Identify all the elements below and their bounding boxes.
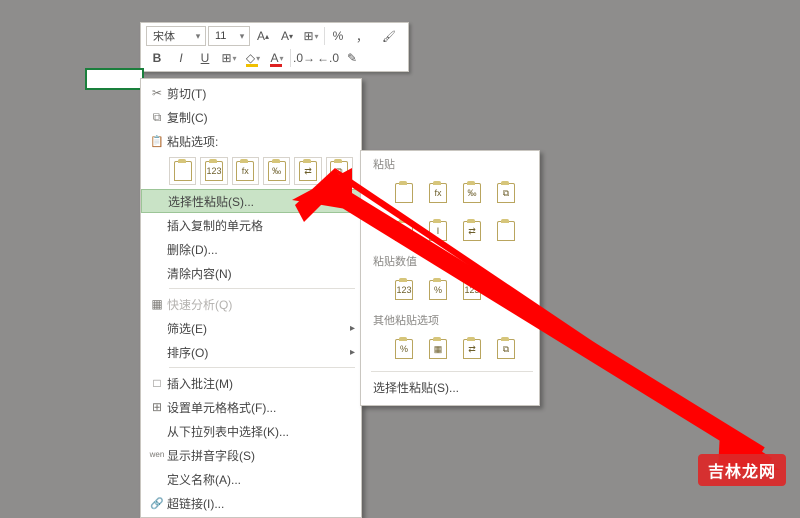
decrease-decimal-icon[interactable]: ←.0 [317,47,339,69]
paste-opt-link[interactable]: ⧉ [326,157,353,185]
paste-opt-values[interactable]: 123 [200,157,227,185]
font-size-combo[interactable]: 11 ▾ [208,26,250,46]
font-name-value: 宋体 [149,28,193,44]
menu-paste-special[interactable]: 选择性粘贴(S)...▸ [141,189,361,213]
paste-opt[interactable]: 123 [389,275,419,305]
format-painter-icon[interactable] [375,25,403,47]
menu-separator [169,288,355,289]
menu-delete[interactable]: 删除(D)... [141,237,361,261]
paste-opt[interactable]: % [423,275,453,305]
paste-options-row: 123 fx ‰ ⇄ ⧉ [141,153,361,189]
quick-analysis-icon [147,297,167,311]
menu-quick-analysis: 快速分析(Q) [141,292,361,316]
paste-opt[interactable]: ⇄ [457,216,487,246]
submenu-paste-special[interactable]: 选择性粘贴(S)... [361,375,539,399]
merge-cells-icon[interactable]: ⊞▾ [300,25,322,47]
copy-icon [147,110,167,125]
bold-icon[interactable]: B [146,47,168,69]
menu-cut[interactable]: 剪切(T) [141,81,361,105]
menu-format-cells[interactable]: 设置单元格格式(F)... [141,395,361,419]
menu-hyperlink[interactable]: 超链接(I)... [141,491,361,515]
context-menu: 剪切(T) 复制(C) 粘贴选项: 123 fx ‰ ⇄ ⧉ 选择性粘贴(S).… [140,78,362,518]
watermark: 吉林龙网 [698,454,786,486]
paste-special-submenu: 粘贴 fx ‰ ⧉ ⵏ ⇄ 粘贴数值 123 % 123 其他粘贴选项 % ▦ … [360,150,540,406]
menu-paste-options-label: 粘贴选项: [141,129,361,153]
submenu-heading-paste: 粘贴 [361,153,539,174]
paste-opt[interactable] [389,216,419,246]
paste-opt[interactable]: % [389,334,419,364]
clear-format-icon[interactable]: ✎ [341,47,363,69]
menu-define-name[interactable]: 定义名称(A)... [141,467,361,491]
comment-icon [147,376,167,390]
paste-opt-formulas[interactable]: fx [232,157,259,185]
menu-separator [169,367,355,368]
paste-opt[interactable]: ⧉ [491,178,521,208]
chevron-down-icon: ▾ [237,31,247,42]
chevron-right-icon: ▸ [349,196,354,207]
paste-opt[interactable] [389,178,419,208]
underline-icon[interactable]: U [194,47,216,69]
menu-clear[interactable]: 清除内容(N) [141,261,361,285]
menu-sort[interactable]: 排序(O)▸ [141,340,361,364]
paste-opt-transpose[interactable]: ⇄ [294,157,321,185]
decrease-font-icon[interactable]: A▾ [276,25,298,47]
menu-show-pinyin[interactable]: 显示拼音字段(S) [141,443,361,467]
paste-opt[interactable]: ▦ [423,334,453,364]
paste-opt-all[interactable] [169,157,196,185]
menu-insert-comment[interactable]: 插入批注(M) [141,371,361,395]
font-color-icon[interactable]: A▾ [266,47,288,69]
paste-opt-formatting[interactable]: ‰ [263,157,290,185]
paste-opt[interactable]: ⧉ [491,334,521,364]
menu-filter[interactable]: 筛选(E)▸ [141,316,361,340]
chevron-down-icon: ▾ [193,31,203,42]
pinyin-icon [147,451,167,459]
italic-icon[interactable]: I [170,47,192,69]
format-cells-icon [147,400,167,414]
increase-decimal-icon[interactable]: .0→ [293,47,315,69]
submenu-heading-other: 其他粘贴选项 [361,309,539,330]
paste-opt[interactable]: ⇄ [457,334,487,364]
font-size-value: 11 [211,30,237,42]
font-name-combo[interactable]: 宋体 ▾ [146,26,206,46]
paste-opt[interactable]: 123 [457,275,487,305]
menu-copy[interactable]: 复制(C) [141,105,361,129]
mini-toolbar: 宋体 ▾ 11 ▾ A▴ A▾ ⊞▾ % ， B I U ⊞▾ ◇▾ A▾ .0… [140,22,409,72]
selected-cell[interactable] [85,68,144,90]
paste-opt[interactable]: ‰ [457,178,487,208]
cut-icon [147,86,167,100]
paste-opt[interactable]: ⵏ [423,216,453,246]
increase-font-icon[interactable]: A▴ [252,25,274,47]
paste-opt[interactable]: fx [423,178,453,208]
hyperlink-icon [147,497,167,510]
menu-insert-copied[interactable]: 插入复制的单元格 [141,213,361,237]
menu-pick-from-list[interactable]: 从下拉列表中选择(K)... [141,419,361,443]
fill-color-icon[interactable]: ◇▾ [242,47,264,69]
comma-style-icon[interactable]: ， [351,25,373,47]
paste-icon [147,135,167,148]
chevron-right-icon: ▸ [350,323,355,334]
paste-opt[interactable] [491,216,521,246]
chevron-right-icon: ▸ [350,347,355,358]
percent-style-icon[interactable]: % [327,25,349,47]
submenu-heading-values: 粘贴数值 [361,250,539,271]
menu-separator [371,371,533,372]
border-icon[interactable]: ⊞▾ [218,47,240,69]
